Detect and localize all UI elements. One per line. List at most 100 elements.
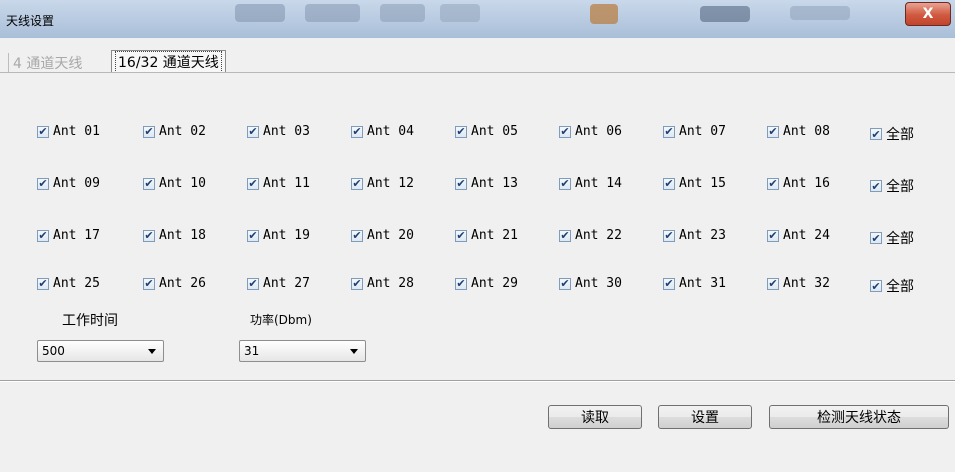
antenna-checkbox[interactable]: ✔ Ant 05 (455, 124, 518, 139)
antenna-label: Ant 22 (575, 228, 622, 243)
background-blur (700, 6, 750, 22)
checkbox-check-icon[interactable]: ✔ (351, 125, 363, 138)
antenna-checkbox[interactable]: ✔ Ant 14 (559, 176, 622, 191)
antenna-checkbox[interactable]: ✔ Ant 26 (143, 276, 206, 291)
read-button[interactable]: 读取 (548, 405, 642, 429)
antenna-checkbox[interactable]: ✔ Ant 10 (143, 176, 206, 191)
checkbox-check-icon[interactable]: ✔ (37, 229, 49, 242)
antenna-checkbox[interactable]: ✔ Ant 23 (663, 228, 726, 243)
checkbox-check-icon[interactable]: ✔ (247, 177, 259, 190)
antenna-checkbox[interactable]: ✔ Ant 28 (351, 276, 414, 291)
check-antenna-status-button[interactable]: 检测天线状态 (769, 405, 949, 429)
antenna-checkbox[interactable]: ✔ Ant 19 (247, 228, 310, 243)
antenna-checkbox[interactable]: ✔ Ant 04 (351, 124, 414, 139)
checkbox-check-icon[interactable]: ✔ (559, 177, 571, 190)
antenna-checkbox[interactable]: ✔ Ant 08 (767, 124, 830, 139)
checkbox-check-icon[interactable]: ✔ (559, 125, 571, 138)
antenna-checkbox[interactable]: ✔ Ant 22 (559, 228, 622, 243)
antenna-checkbox[interactable]: ✔ Ant 30 (559, 276, 622, 291)
checkbox-check-icon[interactable]: ✔ (559, 277, 571, 290)
antenna-checkbox[interactable]: ✔ Ant 31 (663, 276, 726, 291)
checkbox-check-icon[interactable]: ✔ (37, 125, 49, 138)
antenna-checkbox[interactable]: ✔ Ant 17 (37, 228, 100, 243)
checkbox-check-icon[interactable]: ✔ (351, 277, 363, 290)
work-time-select[interactable]: 500 (37, 340, 164, 362)
antenna-checkbox[interactable]: ✔ Ant 29 (455, 276, 518, 291)
set-button[interactable]: 设置 (658, 405, 752, 429)
checkbox-check-icon[interactable]: ✔ (247, 277, 259, 290)
checkbox-check-icon[interactable]: ✔ (767, 229, 779, 242)
window-title: 天线设置 (6, 14, 55, 28)
check-status-button-label: 检测天线状态 (817, 410, 901, 426)
checkbox-check-icon[interactable]: ✔ (143, 177, 155, 190)
tab-16-32-channel[interactable]: 16/32 通道天线 (111, 50, 226, 73)
antenna-label: Ant 28 (367, 276, 414, 291)
checkbox-check-icon[interactable]: ✔ (870, 280, 882, 292)
antenna-label: Ant 15 (679, 176, 726, 191)
checkbox-check-icon[interactable]: ✔ (143, 125, 155, 138)
checkbox-check-icon[interactable]: ✔ (663, 125, 675, 138)
antenna-checkbox[interactable]: ✔ Ant 13 (455, 176, 518, 191)
checkbox-check-icon[interactable]: ✔ (455, 177, 467, 190)
tab-strip: 4 通道天线 16/32 通道天线 (0, 38, 955, 73)
power-value: 31 (244, 344, 260, 358)
select-all-label: 全部 (886, 231, 914, 247)
antenna-label: Ant 05 (471, 124, 518, 139)
tab-4-channel[interactable]: 4 通道天线 (8, 53, 87, 72)
checkbox-check-icon[interactable]: ✔ (247, 229, 259, 242)
checkbox-check-icon[interactable]: ✔ (767, 125, 779, 138)
antenna-checkbox[interactable]: ✔ Ant 25 (37, 276, 100, 291)
antenna-label: Ant 20 (367, 228, 414, 243)
select-all-checkbox[interactable]: ✔ 全部 (870, 124, 914, 144)
checkbox-check-icon[interactable]: ✔ (455, 125, 467, 138)
antenna-checkbox[interactable]: ✔ Ant 06 (559, 124, 622, 139)
antenna-checkbox[interactable]: ✔ Ant 11 (247, 176, 310, 191)
antenna-label: Ant 25 (53, 276, 100, 291)
checkbox-check-icon[interactable]: ✔ (455, 277, 467, 290)
antenna-checkbox[interactable]: ✔ Ant 18 (143, 228, 206, 243)
antenna-label: Ant 13 (471, 176, 518, 191)
checkbox-check-icon[interactable]: ✔ (247, 125, 259, 138)
antenna-checkbox[interactable]: ✔ Ant 20 (351, 228, 414, 243)
checkbox-check-icon[interactable]: ✔ (559, 229, 571, 242)
antenna-label: Ant 01 (53, 124, 100, 139)
background-blur (380, 4, 425, 22)
checkbox-check-icon[interactable]: ✔ (455, 229, 467, 242)
antenna-checkbox[interactable]: ✔ Ant 16 (767, 176, 830, 191)
antenna-label: Ant 31 (679, 276, 726, 291)
checkbox-check-icon[interactable]: ✔ (870, 180, 882, 192)
antenna-checkbox[interactable]: ✔ Ant 07 (663, 124, 726, 139)
checkbox-check-icon[interactable]: ✔ (870, 128, 882, 140)
antenna-checkbox[interactable]: ✔ Ant 02 (143, 124, 206, 139)
close-button[interactable]: X (905, 2, 951, 26)
checkbox-check-icon[interactable]: ✔ (663, 229, 675, 242)
checkbox-check-icon[interactable]: ✔ (870, 232, 882, 244)
antenna-checkbox[interactable]: ✔ Ant 27 (247, 276, 310, 291)
checkbox-check-icon[interactable]: ✔ (143, 277, 155, 290)
antenna-checkbox[interactable]: ✔ Ant 09 (37, 176, 100, 191)
checkbox-check-icon[interactable]: ✔ (663, 177, 675, 190)
antenna-checkbox[interactable]: ✔ Ant 12 (351, 176, 414, 191)
close-icon: X (922, 6, 934, 22)
antenna-label: Ant 02 (159, 124, 206, 139)
checkbox-check-icon[interactable]: ✔ (767, 177, 779, 190)
antenna-checkbox[interactable]: ✔ Ant 03 (247, 124, 310, 139)
select-all-checkbox[interactable]: ✔ 全部 (870, 276, 914, 296)
checkbox-check-icon[interactable]: ✔ (37, 277, 49, 290)
tab-label: 4 通道天线 (13, 55, 83, 72)
checkbox-check-icon[interactable]: ✔ (351, 229, 363, 242)
background-blur (790, 6, 850, 20)
checkbox-check-icon[interactable]: ✔ (143, 229, 155, 242)
antenna-checkbox[interactable]: ✔ Ant 15 (663, 176, 726, 191)
select-all-checkbox[interactable]: ✔ 全部 (870, 228, 914, 248)
checkbox-check-icon[interactable]: ✔ (351, 177, 363, 190)
antenna-checkbox[interactable]: ✔ Ant 21 (455, 228, 518, 243)
antenna-checkbox[interactable]: ✔ Ant 24 (767, 228, 830, 243)
checkbox-check-icon[interactable]: ✔ (37, 177, 49, 190)
antenna-checkbox[interactable]: ✔ Ant 32 (767, 276, 830, 291)
select-all-checkbox[interactable]: ✔ 全部 (870, 176, 914, 196)
checkbox-check-icon[interactable]: ✔ (767, 277, 779, 290)
antenna-checkbox[interactable]: ✔ Ant 01 (37, 124, 100, 139)
checkbox-check-icon[interactable]: ✔ (663, 277, 675, 290)
power-select[interactable]: 31 (239, 340, 366, 362)
